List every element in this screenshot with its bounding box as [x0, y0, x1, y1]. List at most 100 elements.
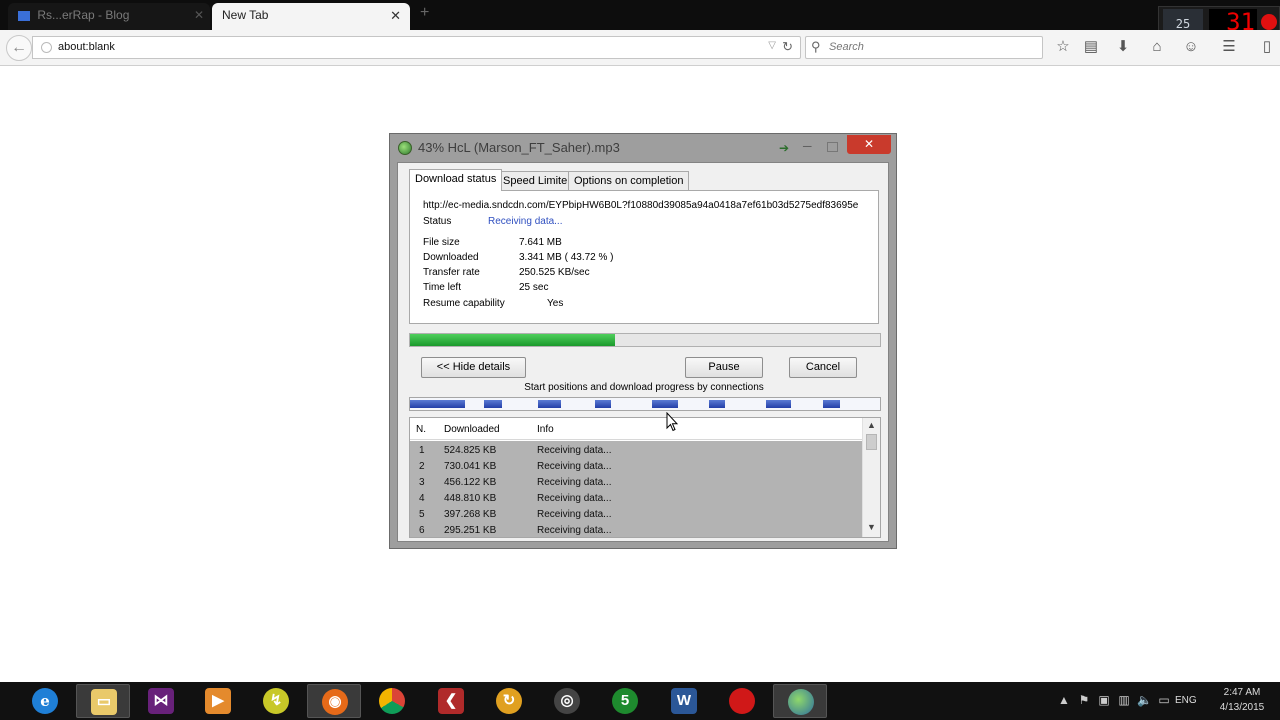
url-text[interactable]: about:blank: [58, 41, 115, 53]
download-url: http://ec-media.sndcdn.com/EYPbipHW6B0L?…: [423, 200, 859, 211]
downloads-icon[interactable]: ⬇: [1113, 37, 1133, 57]
file-explorer-taskbar-button[interactable]: ▭: [76, 684, 130, 718]
table-row[interactable]: 5 397.268 KB Receiving data...: [410, 507, 862, 523]
table-body: 1 524.825 KB Receiving data... 2 730.041…: [410, 441, 862, 537]
close-tab-icon[interactable]: ✕: [194, 3, 204, 28]
column-header-downloaded[interactable]: Downloaded: [444, 424, 500, 435]
scroll-down-icon[interactable]: ▼: [867, 522, 876, 532]
firefox-icon: ◉: [322, 689, 348, 715]
browser-tab-active[interactable]: New Tab ✕: [212, 3, 410, 30]
column-header-n[interactable]: N.: [416, 424, 426, 435]
browser-navbar: ← about:blank ▽ ↻ ⚲ Search ☆ ▤ ⬇ ⌂ ☺ ☰ ▯: [0, 30, 1280, 66]
connections-progress-bar: [409, 397, 881, 411]
word-icon: W: [671, 688, 697, 714]
close-tab-icon[interactable]: ✕: [390, 3, 401, 28]
back-button[interactable]: ←: [6, 35, 32, 61]
app-taskbar-button[interactable]: ↻: [482, 684, 536, 718]
tab-speed-limiter[interactable]: Speed Limiter: [497, 171, 577, 191]
menu-icon[interactable]: ☰: [1219, 37, 1239, 57]
url-bar[interactable]: about:blank ▽ ↻: [32, 36, 801, 59]
download-manager-taskbar-button[interactable]: [773, 684, 827, 718]
download-manager-icon: [398, 141, 412, 155]
downloaded-label: Downloaded: [423, 252, 479, 263]
time-left-label: Time left: [423, 282, 461, 293]
bookmark-star-icon[interactable]: ☆: [1053, 37, 1073, 57]
table-row[interactable]: 6 295.251 KB Receiving data...: [410, 523, 862, 537]
firefox-taskbar-button[interactable]: ◉: [307, 684, 361, 718]
resume-capability-value: Yes: [547, 298, 564, 309]
minimize-icon[interactable]: ─: [803, 139, 812, 153]
connections-caption: Start positions and download progress by…: [524, 382, 764, 393]
browser-tab-label: Rs...erRap - Blog: [37, 8, 130, 22]
show-hidden-icons-icon[interactable]: ▲: [1057, 693, 1071, 707]
recorder-taskbar-button[interactable]: [715, 684, 769, 718]
tab-download-status[interactable]: Download status: [409, 169, 503, 191]
app-taskbar-button[interactable]: ◎: [540, 684, 594, 718]
volume-icon[interactable]: 🔈: [1137, 693, 1152, 707]
close-icon[interactable]: ✕: [847, 135, 891, 154]
new-tab-button[interactable]: +: [420, 4, 429, 22]
table-row[interactable]: 3 456.122 KB Receiving data...: [410, 475, 862, 491]
chrome-taskbar-button[interactable]: [365, 684, 419, 718]
action-center-icon[interactable]: ⚑: [1077, 693, 1091, 707]
reading-list-icon[interactable]: ▤: [1081, 37, 1101, 57]
dialog-client-area: Download status Speed Limiter Options on…: [397, 162, 889, 542]
reload-icon[interactable]: ↻: [782, 39, 793, 55]
hide-details-button[interactable]: << Hide details: [421, 357, 526, 378]
pin-arrow-icon[interactable]: ➔: [779, 141, 789, 155]
history-dropdown-icon[interactable]: ▽: [768, 40, 776, 51]
cell-info: Receiving data...: [537, 525, 612, 536]
media-player-icon: ▶: [205, 688, 231, 714]
cell-downloaded: 448.810 KB: [444, 493, 497, 504]
cancel-button[interactable]: Cancel: [789, 357, 857, 378]
internet-explorer-taskbar-button[interactable]: e: [18, 684, 72, 718]
battery-icon[interactable]: ▭: [1157, 693, 1171, 707]
overflow-icon[interactable]: ▯: [1257, 37, 1277, 57]
visual-studio-taskbar-button[interactable]: ⋈: [134, 684, 188, 718]
dialog-title: 43% HcL (Marson_FT_Saher).mp3: [418, 140, 620, 155]
table-row[interactable]: 2 730.041 KB Receiving data...: [410, 459, 862, 475]
downloaded-value: 3.341 MB ( 43.72 % ): [519, 252, 614, 263]
home-icon[interactable]: ⌂: [1147, 37, 1167, 57]
app-taskbar-button[interactable]: ❮: [424, 684, 478, 718]
input-language[interactable]: ENG: [1175, 695, 1197, 706]
app-taskbar-button[interactable]: ↯: [249, 684, 303, 718]
search-bar[interactable]: ⚲ Search: [805, 36, 1043, 59]
scroll-thumb[interactable]: [866, 434, 877, 450]
network-icon[interactable]: ▥: [1117, 693, 1131, 707]
clock-time[interactable]: 2:47 AM: [1215, 687, 1269, 698]
connection-segment: [484, 400, 502, 408]
word-taskbar-button[interactable]: W: [657, 684, 711, 718]
connection-segment: [823, 400, 840, 408]
status-value: Receiving data...: [488, 216, 563, 227]
app-taskbar-button[interactable]: 5: [598, 684, 652, 718]
cell-n: 4: [419, 493, 425, 504]
connection-segment: [709, 400, 725, 408]
connection-segment: [766, 400, 791, 408]
tab-options-on-completion[interactable]: Options on completion: [568, 171, 690, 191]
connection-segment: [538, 400, 561, 408]
chat-icon[interactable]: ☺: [1181, 37, 1201, 57]
dialog-titlebar[interactable]: 43% HcL (Marson_FT_Saher).mp3 ➔ ─ ✕: [390, 134, 896, 162]
browser-tab-strip: Rs...erRap - Blog ✕ New Tab ✕ +: [0, 0, 1280, 30]
browser-tab-inactive[interactable]: Rs...erRap - Blog ✕: [8, 3, 210, 30]
maximize-icon[interactable]: [827, 142, 838, 152]
time-left-value: 25 sec: [519, 282, 549, 293]
media-player-taskbar-button[interactable]: ▶: [191, 684, 245, 718]
app-icon: 5: [612, 688, 638, 714]
table-row[interactable]: 4 448.810 KB Receiving data...: [410, 491, 862, 507]
record-icon: [729, 688, 755, 714]
download-progress-bar: [409, 333, 881, 347]
cell-n: 1: [419, 445, 425, 456]
pause-button[interactable]: Pause: [685, 357, 763, 378]
table-row[interactable]: 1 524.825 KB Receiving data...: [410, 443, 862, 459]
app-tray-icon[interactable]: ▣: [1097, 693, 1111, 707]
table-scrollbar[interactable]: ▲ ▼: [862, 418, 880, 537]
cell-n: 3: [419, 477, 425, 488]
connection-segment: [595, 400, 611, 408]
scroll-up-icon[interactable]: ▲: [867, 420, 876, 430]
record-icon[interactable]: [1261, 14, 1277, 30]
cell-info: Receiving data...: [537, 445, 612, 456]
clock-date[interactable]: 4/13/2015: [1215, 702, 1269, 713]
column-header-info[interactable]: Info: [537, 424, 554, 435]
